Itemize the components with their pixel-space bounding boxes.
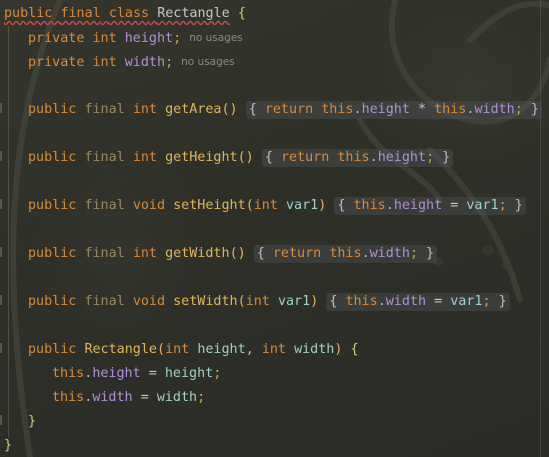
gutter-marker: [0, 415, 2, 425]
code-line[interactable]: private int width; no usages: [28, 50, 235, 74]
code-line[interactable]: private int height; no usages: [28, 26, 243, 50]
kw-public: public: [4, 6, 53, 21]
close-brace: }: [4, 438, 13, 453]
gutter-marker: [0, 199, 2, 209]
kw-int: int: [253, 198, 278, 213]
field-ref-height: height: [361, 102, 410, 117]
field-ref-width: width: [474, 102, 515, 117]
kw-void: void: [132, 198, 166, 213]
code-line[interactable]: public final void setHeight(int var1) { …: [28, 194, 526, 218]
field-ref-height: height: [92, 366, 141, 381]
kw-final: final: [84, 102, 125, 117]
code-line[interactable]: public final int getHeight() { return th…: [28, 146, 454, 170]
kw-int: int: [92, 31, 117, 46]
kw-this: this: [52, 390, 85, 405]
kw-this: this: [52, 366, 85, 381]
open-brace: {: [350, 342, 359, 357]
folded-method-body[interactable]: { return this.height * this.width; }: [245, 101, 542, 119]
code-line[interactable]: public final int getWidth() { return thi…: [28, 242, 438, 266]
method-getHeight: getHeight: [165, 150, 238, 165]
gutter-marker: [0, 295, 2, 305]
code-line[interactable]: this.width = width;: [52, 386, 205, 410]
method-setHeight: setHeight: [173, 198, 246, 213]
kw-this: this: [345, 294, 378, 309]
code-line[interactable]: public final void setWidth(int var1) { t…: [28, 290, 510, 314]
kw-private: private: [28, 31, 85, 46]
kw-private: private: [28, 55, 85, 70]
kw-public: public: [28, 294, 77, 309]
field-ref-width: width: [385, 294, 427, 309]
code-line[interactable]: public Rectangle(int height, int width) …: [28, 338, 359, 362]
kw-int: int: [132, 102, 157, 117]
code-line[interactable]: public final class Rectangle {: [4, 2, 246, 26]
kw-return: return: [264, 102, 314, 117]
param-width: width: [294, 342, 335, 357]
folded-method-body[interactable]: { return this.height; }: [261, 149, 454, 167]
right-margin-guide: [540, 0, 541, 457]
param-ref-var1: var1: [466, 198, 499, 213]
close-brace: }: [28, 414, 37, 429]
kw-int: int: [261, 342, 286, 357]
code-editor[interactable]: public final class Rectangle { private i…: [0, 0, 549, 457]
param-var1: var1: [277, 294, 311, 309]
kw-public: public: [28, 198, 77, 213]
kw-int: int: [165, 342, 190, 357]
kw-public: public: [28, 246, 77, 261]
gutter-marker: [0, 247, 2, 257]
param-height: height: [197, 342, 246, 357]
indent-guide: [8, 26, 9, 438]
constructor-name: Rectangle: [84, 342, 157, 357]
param-ref-height: height: [164, 366, 214, 381]
gutter-marker: [0, 103, 2, 113]
folded-method-body[interactable]: { this.height = var1; }: [334, 197, 526, 215]
kw-this: this: [353, 198, 386, 213]
folded-method-body[interactable]: { this.width = var1; }: [326, 293, 510, 311]
usage-hint[interactable]: no usages: [181, 56, 235, 68]
kw-this: this: [337, 150, 370, 165]
kw-int: int: [132, 246, 157, 261]
folded-method-body[interactable]: { return this.width; }: [253, 245, 438, 263]
kw-this: this: [321, 102, 354, 117]
field-ref-height: height: [393, 198, 443, 213]
method-getWidth: getWidth: [165, 246, 230, 261]
kw-int: int: [92, 55, 117, 70]
class-declaration: public final class Rectangle: [4, 6, 230, 21]
code-line[interactable]: }: [4, 434, 12, 457]
param-var1: var1: [286, 198, 319, 213]
code-line[interactable]: public final int getArea() { return this…: [28, 98, 542, 122]
field-ref-width: width: [369, 246, 410, 261]
code-line[interactable]: this.height = height;: [52, 362, 221, 386]
field-ref-width: width: [92, 390, 133, 405]
kw-void: void: [132, 294, 166, 309]
kw-final: final: [60, 6, 101, 21]
field-ref-height: height: [377, 150, 427, 165]
kw-this: this: [329, 246, 362, 261]
kw-this: this: [434, 102, 467, 117]
field-height: height: [124, 31, 174, 46]
kw-return: return: [280, 150, 330, 165]
method-setWidth: setWidth: [173, 294, 238, 309]
kw-final: final: [84, 246, 125, 261]
method-getArea: getArea: [165, 102, 222, 117]
kw-final: final: [84, 294, 125, 309]
kw-public: public: [28, 150, 77, 165]
usage-hint[interactable]: no usages: [189, 32, 243, 44]
kw-final: final: [84, 150, 125, 165]
param-ref-width: width: [156, 390, 198, 405]
kw-int: int: [132, 150, 157, 165]
gutter-marker: [0, 343, 2, 353]
kw-public: public: [28, 102, 77, 117]
kw-class: class: [108, 6, 150, 21]
param-ref-var1: var1: [450, 294, 483, 309]
kw-int: int: [245, 294, 270, 309]
gutter-marker: [0, 151, 2, 161]
code-line[interactable]: }: [28, 410, 36, 434]
open-brace: {: [237, 6, 246, 21]
field-width: width: [124, 55, 166, 70]
kw-final: final: [84, 198, 125, 213]
kw-return: return: [272, 246, 322, 261]
class-name: Rectangle: [157, 6, 230, 21]
kw-public: public: [28, 342, 77, 357]
